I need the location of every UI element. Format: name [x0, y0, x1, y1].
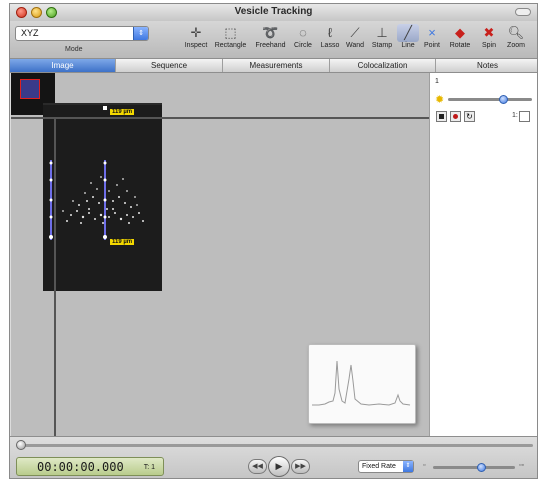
point-icon: × [428, 25, 436, 40]
updown-arrows-icon: ⇕ [403, 461, 413, 472]
tool-spin[interactable]: ✖ Spin [477, 24, 501, 56]
scale-label-top: 119 µm [110, 109, 135, 115]
mode-label: Mode [65, 46, 83, 53]
crosshair-icon: ✛ [190, 25, 202, 40]
scale-label-bottom: 119 µm [110, 239, 135, 245]
timeline-track[interactable] [25, 444, 533, 447]
crosshair-vertical[interactable] [54, 117, 56, 436]
navigator-viewport[interactable] [20, 79, 40, 99]
channel-checkbox[interactable] [519, 111, 530, 122]
title-bar: Vesicle Tracking [10, 4, 537, 22]
mode-value: XYZ [21, 28, 39, 38]
brightness-icon: ✹ [435, 94, 445, 106]
timecode-display: 00:00:00.000 T: 1 [16, 457, 164, 476]
mode-select[interactable]: XYZ ⇕ [15, 26, 149, 41]
tool-freehand[interactable]: ➰ Freehand [252, 24, 289, 56]
speed-slider[interactable] [433, 466, 515, 469]
line-icon: ╱ [397, 24, 419, 42]
tool-circle[interactable]: ◌ Circle [291, 24, 315, 56]
rate-select[interactable]: Fixed Rate ⇕ [358, 460, 414, 473]
tool-stamp[interactable]: ⊥ Stamp [369, 24, 395, 56]
crosshair-horizontal[interactable] [11, 117, 429, 119]
image-roi[interactable] [43, 103, 162, 291]
playback-bar: 00:00:00.000 T: 1 ◀◀ ▶ ▶▶ Fixed Rate ⇕ ▫… [10, 436, 537, 478]
tool-label: Spin [481, 42, 496, 49]
rotate-icon: ◆ [455, 25, 465, 40]
fast-forward-button[interactable]: ▶▶ [291, 459, 310, 474]
channel-color-button[interactable] [450, 111, 461, 122]
tool-zoom[interactable]: 🔍︎ Zoom [503, 24, 529, 56]
toolbar-toggle-button[interactable] [515, 8, 531, 16]
tool-label: Stamp [371, 42, 393, 49]
slow-speed-icon: ▫ [423, 462, 426, 469]
channel-black-button[interactable] [436, 111, 447, 122]
spin-icon: ✖ [483, 25, 495, 40]
line-profile-graph [312, 360, 411, 406]
tool-rectangle[interactable]: ⬚ Rectangle [212, 24, 249, 56]
line-profile-plot [308, 344, 416, 424]
tool-label: Rotate [449, 42, 471, 49]
transport-controls: ◀◀ ▶ ▶▶ [247, 456, 311, 478]
tool-label: Inspect [184, 42, 208, 49]
tab-notes[interactable]: Notes [436, 59, 537, 72]
brightness-slider[interactable] [448, 98, 532, 101]
rectangle-select-icon: ⬚ [224, 25, 237, 40]
tool-point[interactable]: × Point [421, 24, 443, 56]
fast-forward-icon: ▶▶ [295, 463, 306, 470]
reset-icon[interactable]: ↻ [464, 111, 475, 122]
tab-measurements[interactable]: Measurements [223, 59, 330, 72]
vesicle-image [49, 106, 144, 240]
toolbar: XYZ ⇕ Mode ✛ Inspect ⬚ Rectangle ➰ Freeh… [10, 21, 537, 59]
vesicle-points [62, 176, 144, 224]
stamp-icon: ⊥ [376, 25, 388, 40]
tool-label: Wand [345, 42, 365, 49]
tool-label: Line [401, 42, 415, 49]
updown-arrows-icon: ⇕ [133, 27, 148, 40]
speed-slider-knob[interactable] [476, 463, 486, 472]
brightness-slider-knob[interactable] [499, 95, 509, 104]
channel-number: 1 [435, 78, 439, 85]
image-viewer[interactable]: 119 µm 119 µm [11, 73, 429, 436]
rewind-icon: ◀◀ [252, 463, 263, 470]
timecode-value: 00:00:00.000 [37, 460, 124, 474]
tool-line[interactable]: ╱ Line [397, 24, 419, 56]
rate-value: Fixed Rate [362, 463, 396, 470]
tool-label: Circle [294, 42, 312, 49]
tool-wand[interactable]: ⟋ Wand [344, 24, 366, 56]
play-button[interactable]: ▶ [268, 456, 290, 477]
play-icon: ▶ [275, 461, 283, 471]
tool-label: Freehand [255, 42, 286, 49]
window-title: Vesicle Tracking [234, 6, 313, 17]
tab-bar: Image Sequence Measurements Colocalizati… [10, 59, 537, 73]
tool-inspect[interactable]: ✛ Inspect [181, 24, 211, 56]
tool-label: Lasso [320, 42, 340, 49]
tab-colocalization[interactable]: Colocalization [330, 59, 436, 72]
tool-label: Rectangle [214, 42, 247, 49]
wand-icon: ⟋ [350, 25, 360, 40]
checkbox-label: 1: [512, 112, 518, 119]
tool-rotate[interactable]: ◆ Rotate [446, 24, 474, 56]
timeline-knob[interactable] [16, 440, 26, 450]
fast-speed-icon: ▫▫ [519, 462, 524, 469]
freehand-icon: ➰ [262, 25, 279, 40]
frame-counter: T: 1 [143, 464, 155, 471]
app-window: Vesicle Tracking XYZ ⇕ Mode ✛ Inspect ⬚ … [9, 3, 538, 479]
magnifier-icon: 🔍︎ [507, 25, 525, 40]
circle-select-icon: ◌ [299, 25, 307, 40]
channel-panel: 1 ✹ ↻ 1: [429, 73, 537, 436]
tab-sequence[interactable]: Sequence [116, 59, 223, 72]
tab-image[interactable]: Image [10, 59, 116, 72]
tool-label: Zoom [507, 42, 525, 49]
tool-label: Point [424, 42, 440, 49]
rewind-button[interactable]: ◀◀ [248, 459, 267, 474]
tool-lasso[interactable]: ℓ Lasso [318, 24, 342, 56]
lasso-icon: ℓ [327, 25, 333, 40]
